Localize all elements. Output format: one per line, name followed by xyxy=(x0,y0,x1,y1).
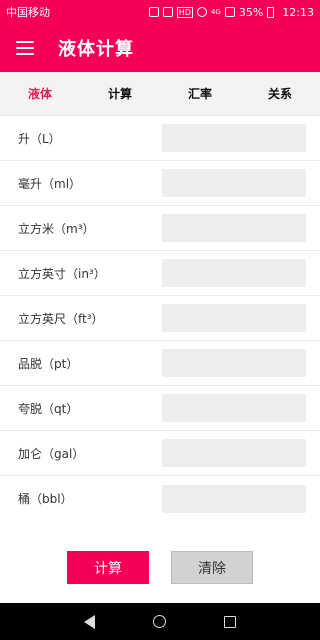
unit-label: 加仑（gal） xyxy=(18,446,85,461)
tab-relation[interactable]: 关系 xyxy=(240,72,320,115)
signal-icon xyxy=(224,7,235,17)
mute-icon xyxy=(148,7,159,17)
tab-liquid[interactable]: 液体 xyxy=(0,72,80,115)
battery-percent: 35% xyxy=(238,5,264,19)
barrel-input[interactable] xyxy=(162,484,306,513)
unit-row-gallon: 加仑（gal） xyxy=(0,431,320,476)
status-bar: 中国移动 HD 4G 35% 12:13 xyxy=(0,0,320,24)
unit-row-cubic-inch: 立方英寸（in³） xyxy=(0,251,320,296)
home-icon[interactable] xyxy=(153,615,166,628)
unit-row-cubic-foot: 立方英尺（ft³） xyxy=(0,296,320,341)
tab-bar: 液体 计算 汇率 关系 xyxy=(0,72,320,116)
liter-input[interactable] xyxy=(162,124,306,152)
action-buttons: 计算 清除 xyxy=(0,551,320,584)
unit-label: 立方英寸（in³） xyxy=(18,266,106,281)
pint-input[interactable] xyxy=(162,349,306,377)
hd-badge: HD xyxy=(176,6,193,18)
system-nav-bar xyxy=(0,603,320,640)
cubic-inch-input[interactable] xyxy=(162,259,306,287)
calculate-button[interactable]: 计算 xyxy=(67,551,149,584)
wifi-icon xyxy=(196,7,207,17)
unit-label: 毫升（ml） xyxy=(18,176,82,191)
recent-apps-icon[interactable] xyxy=(224,615,236,628)
status-icons: HD 4G 35% 12:13 xyxy=(148,5,314,19)
tab-exchange-rate[interactable]: 汇率 xyxy=(160,72,240,115)
gallon-input[interactable] xyxy=(162,439,306,467)
unit-row-cubic-meter: 立方米（m³） xyxy=(0,206,320,251)
unit-label: 夸脱（qt） xyxy=(18,401,79,416)
milliliter-input[interactable] xyxy=(162,169,306,197)
unit-row-liter: 升（L） xyxy=(0,116,320,161)
vibrate-icon xyxy=(162,7,173,17)
network-label: 4G xyxy=(210,8,221,16)
menu-icon[interactable] xyxy=(16,41,34,55)
unit-row-milliliter: 毫升（ml） xyxy=(0,161,320,206)
app-bar: 液体计算 xyxy=(0,24,320,72)
unit-row-quart: 夸脱（qt） xyxy=(0,386,320,431)
tab-calculate[interactable]: 计算 xyxy=(80,72,160,115)
unit-label: 品脱（pt） xyxy=(18,356,79,371)
app-title: 液体计算 xyxy=(58,39,134,60)
unit-row-barrel: 桶（bbl） xyxy=(0,476,320,521)
clock: 12:13 xyxy=(282,5,314,19)
unit-form: 升（L） 毫升（ml） 立方米（m³） 立方英寸（in³） 立方英尺（ft³） … xyxy=(0,116,320,521)
unit-row-pint: 品脱（pt） xyxy=(0,341,320,386)
unit-label: 升（L） xyxy=(18,131,61,146)
clear-button[interactable]: 清除 xyxy=(171,551,253,584)
quart-input[interactable] xyxy=(162,394,306,422)
cubic-meter-input[interactable] xyxy=(162,214,306,242)
unit-label: 桶（bbl） xyxy=(18,492,73,506)
carrier-label: 中国移动 xyxy=(6,6,50,19)
unit-label: 立方英尺（ft³） xyxy=(18,311,104,326)
battery-icon xyxy=(267,6,275,18)
cubic-foot-input[interactable] xyxy=(162,304,306,332)
back-icon[interactable] xyxy=(84,614,95,629)
unit-label: 立方米（m³） xyxy=(18,221,95,236)
